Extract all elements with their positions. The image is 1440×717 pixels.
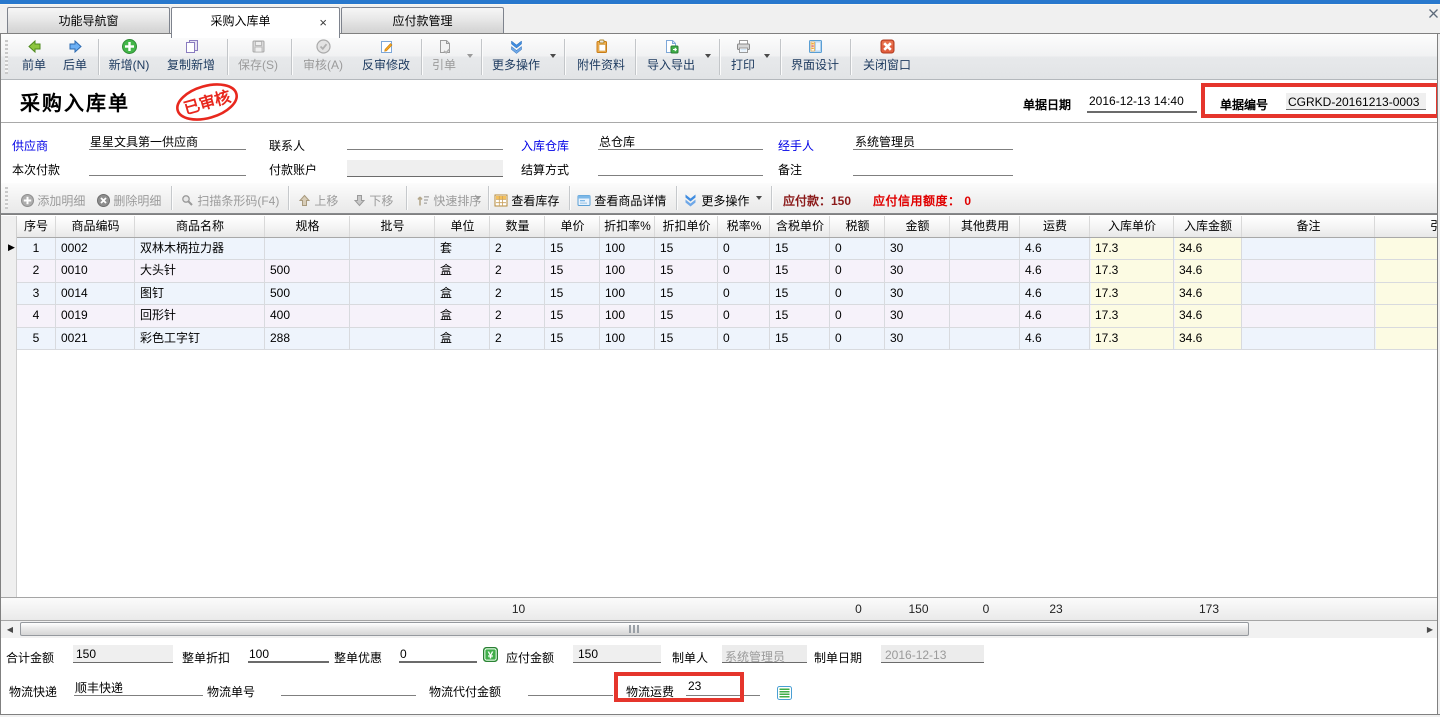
svg-text:¥: ¥ [488,650,494,661]
